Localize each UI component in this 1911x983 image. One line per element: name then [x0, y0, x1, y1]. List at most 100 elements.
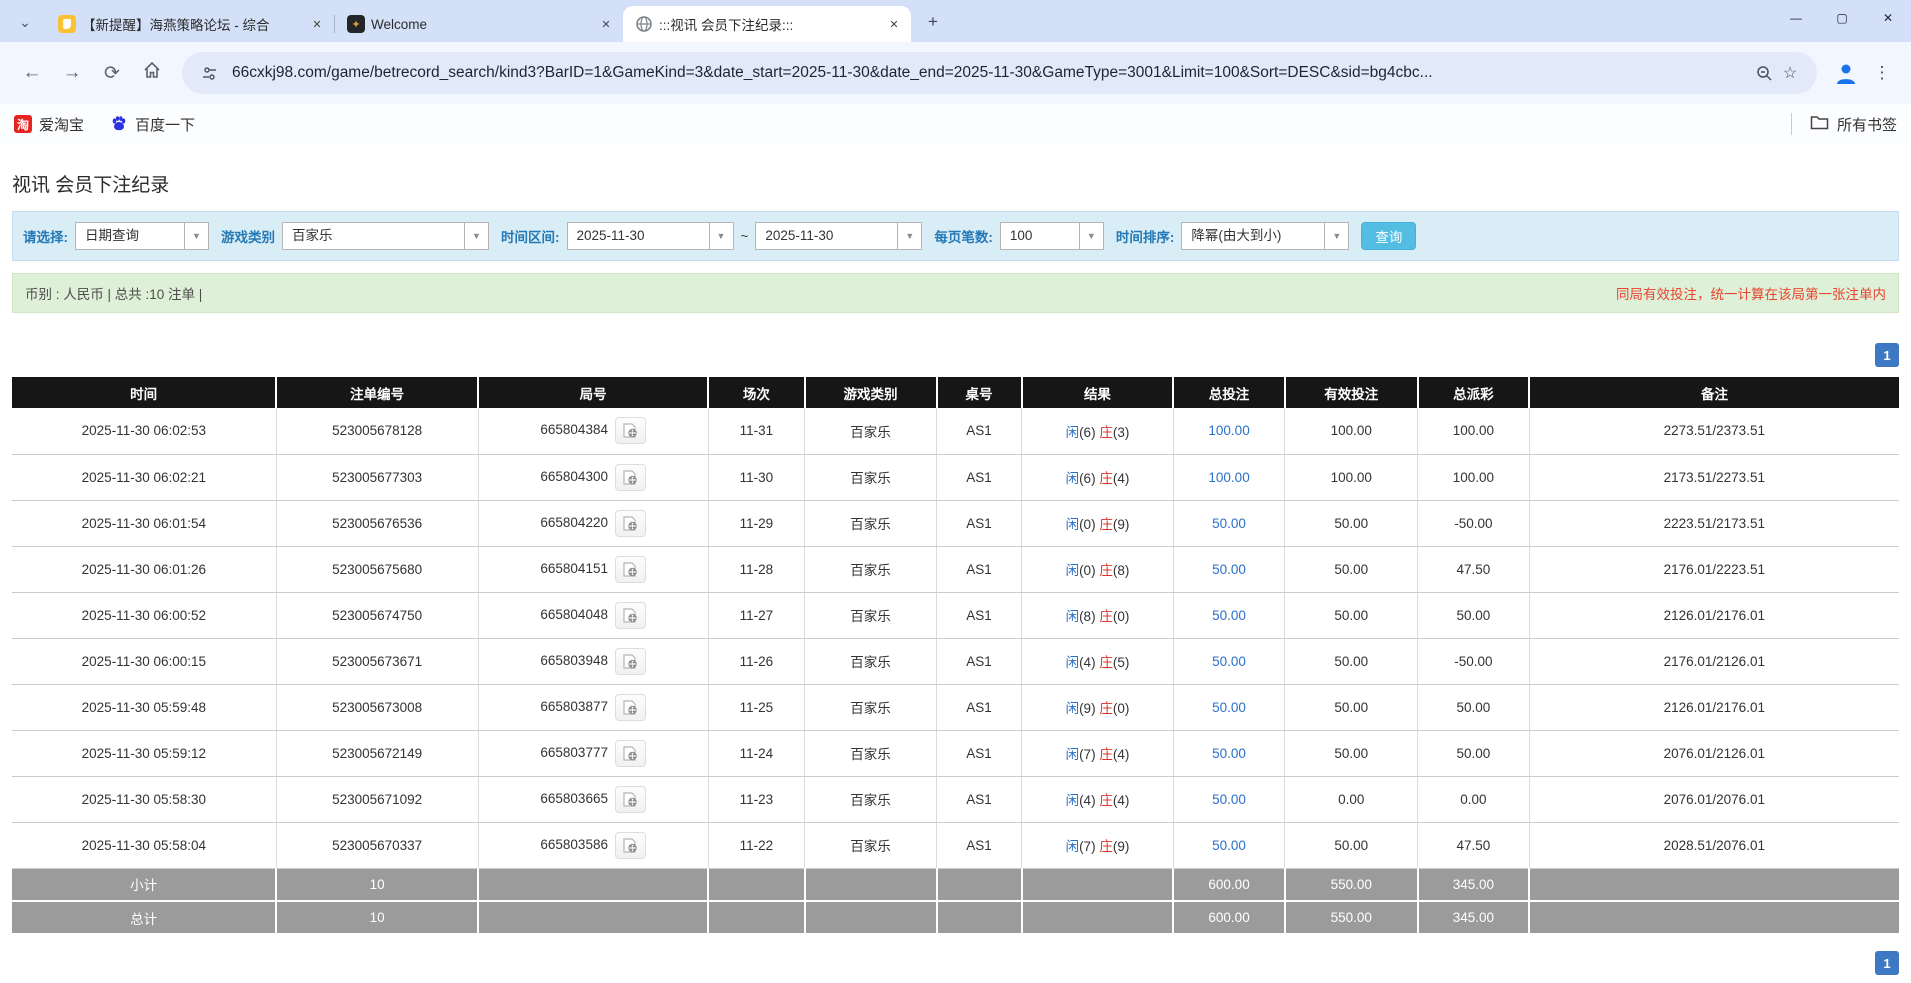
tab-search-button[interactable]: ⌄ [10, 7, 40, 37]
cell-payout: -50.00 [1418, 638, 1529, 684]
video-replay-button[interactable] [615, 832, 646, 859]
reload-button[interactable]: ⟳ [94, 55, 130, 91]
summary-total-bet: 600.00 [1173, 901, 1284, 934]
video-replay-button[interactable] [615, 417, 646, 444]
site-settings-icon[interactable] [196, 60, 222, 86]
total-bet-link[interactable]: 50.00 [1212, 608, 1246, 623]
zoom-icon[interactable] [1751, 60, 1777, 86]
column-header: 游戏类别 [805, 377, 937, 408]
cell-table-no: AS1 [937, 776, 1022, 822]
cell-time: 2025-11-30 05:59:48 [12, 684, 276, 730]
cell-round: 665804220 [478, 500, 708, 546]
chevron-down-icon[interactable]: ▼ [709, 223, 733, 249]
total-bet-link[interactable]: 100.00 [1208, 470, 1249, 485]
tab-title: Welcome [371, 17, 591, 32]
cell-round: 665803777 [478, 730, 708, 776]
all-bookmarks[interactable]: 所有书签 [1791, 113, 1897, 135]
game-kind-select[interactable]: 百家乐 ▼ [282, 222, 489, 250]
close-icon[interactable]: ✕ [308, 15, 326, 33]
round-number: 665804384 [540, 422, 608, 437]
url-text[interactable]: 66cxkj98.com/game/betrecord_search/kind3… [232, 64, 1741, 82]
baidu-paw-icon [110, 115, 128, 133]
total-bet-link[interactable]: 50.00 [1212, 562, 1246, 577]
video-replay-button[interactable] [615, 556, 646, 583]
minimize-button[interactable]: — [1773, 0, 1819, 36]
per-page-select[interactable]: 100 ▼ [1000, 222, 1104, 250]
cell-session: 11-29 [708, 500, 804, 546]
summary-row: 总计 10 600.00 550.00 345.00 [12, 901, 1899, 934]
maximize-button[interactable]: ▢ [1819, 0, 1865, 36]
total-bet-link[interactable]: 50.00 [1212, 516, 1246, 531]
tab-bet-records[interactable]: :::视讯 会员下注纪录::: ✕ [623, 6, 911, 42]
cell-valid-bet: 50.00 [1285, 592, 1418, 638]
bookmark-taobao[interactable]: 淘 爱淘宝 [14, 114, 84, 135]
video-replay-button[interactable] [615, 464, 646, 491]
video-replay-button[interactable] [615, 602, 646, 629]
bookmark-star-icon[interactable]: ☆ [1777, 60, 1803, 86]
video-replay-button[interactable] [615, 786, 646, 813]
browser-menu-button[interactable]: ⋮ [1867, 55, 1897, 91]
home-button[interactable] [134, 55, 170, 91]
back-button[interactable]: ← [14, 55, 50, 91]
cell-payout: 50.00 [1418, 592, 1529, 638]
bookmark-baidu[interactable]: 百度一下 [110, 114, 195, 135]
cell-session: 11-25 [708, 684, 804, 730]
cell-valid-bet: 100.00 [1285, 454, 1418, 500]
chevron-down-icon[interactable]: ▼ [1324, 223, 1348, 249]
chevron-down-icon[interactable]: ▼ [464, 223, 488, 249]
tab-welcome[interactable]: ✦ Welcome ✕ [335, 6, 623, 42]
sort-select[interactable]: 降幂(由大到小) ▼ [1181, 222, 1349, 250]
query-type-select[interactable]: 日期查询 ▼ [75, 222, 209, 250]
total-bet-link[interactable]: 50.00 [1212, 700, 1246, 715]
table-row: 2025-11-30 05:58:04 523005670337 6658035… [12, 822, 1899, 868]
cell-game-kind: 百家乐 [805, 500, 937, 546]
round-number: 665803665 [540, 791, 608, 806]
search-button[interactable]: 查询 [1361, 222, 1416, 250]
chevron-down-icon[interactable]: ▼ [897, 223, 921, 249]
welcome-favicon-icon: ✦ [347, 15, 365, 33]
profile-avatar[interactable] [1831, 58, 1861, 88]
sort-value: 降幂(由大到小) [1182, 223, 1324, 249]
forward-button[interactable]: → [54, 55, 90, 91]
video-replay-button[interactable] [615, 648, 646, 675]
close-icon[interactable]: ✕ [885, 15, 903, 33]
cell-game-kind: 百家乐 [805, 638, 937, 684]
cell-bet-id: 523005670337 [276, 822, 478, 868]
filter-bar: 请选择: 日期查询 ▼ 游戏类别 百家乐 ▼ 时间区间: 2025-11-30 … [12, 211, 1899, 261]
close-window-button[interactable]: ✕ [1865, 0, 1911, 36]
date-end-select[interactable]: 2025-11-30 ▼ [755, 222, 922, 250]
video-replay-button[interactable] [615, 740, 646, 767]
page-1-button[interactable]: 1 [1875, 343, 1899, 367]
total-bet-link[interactable]: 50.00 [1212, 654, 1246, 669]
total-bet-link[interactable]: 50.00 [1212, 838, 1246, 853]
chevron-down-icon[interactable]: ▼ [184, 223, 208, 249]
table-row: 2025-11-30 06:02:21 523005677303 6658043… [12, 454, 1899, 500]
cell-time: 2025-11-30 05:59:12 [12, 730, 276, 776]
new-tab-button[interactable]: + [919, 8, 947, 36]
cell-table-no: AS1 [937, 408, 1022, 454]
address-bar[interactable]: 66cxkj98.com/game/betrecord_search/kind3… [182, 52, 1817, 94]
round-number: 665804300 [540, 469, 608, 484]
banker-result: 庄 [1099, 655, 1113, 670]
column-header: 有效投注 [1285, 377, 1418, 408]
table-row: 2025-11-30 06:00:15 523005673671 6658039… [12, 638, 1899, 684]
player-result: 闲 [1066, 839, 1080, 854]
chevron-down-icon[interactable]: ▼ [1079, 223, 1103, 249]
video-replay-button[interactable] [615, 510, 646, 537]
player-result: 闲 [1066, 701, 1080, 716]
total-bet-link[interactable]: 100.00 [1208, 423, 1249, 438]
total-bet-link[interactable]: 50.00 [1212, 746, 1246, 761]
cell-round: 665803877 [478, 684, 708, 730]
date-start-select[interactable]: 2025-11-30 ▼ [567, 222, 734, 250]
banker-result: 庄 [1099, 471, 1113, 486]
total-bet-link[interactable]: 50.00 [1212, 792, 1246, 807]
cell-session: 11-26 [708, 638, 804, 684]
tab-forum[interactable]: 【新提醒】海燕策略论坛 - 综合 ✕ [46, 6, 334, 42]
video-replay-button[interactable] [615, 694, 646, 721]
page-1-button[interactable]: 1 [1875, 951, 1899, 975]
summary-total-bet: 600.00 [1173, 868, 1284, 901]
cell-remark: 2176.01/2126.01 [1529, 638, 1899, 684]
round-number: 665804048 [540, 607, 608, 622]
close-icon[interactable]: ✕ [597, 15, 615, 33]
table-row: 2025-11-30 05:58:30 523005671092 6658036… [12, 776, 1899, 822]
